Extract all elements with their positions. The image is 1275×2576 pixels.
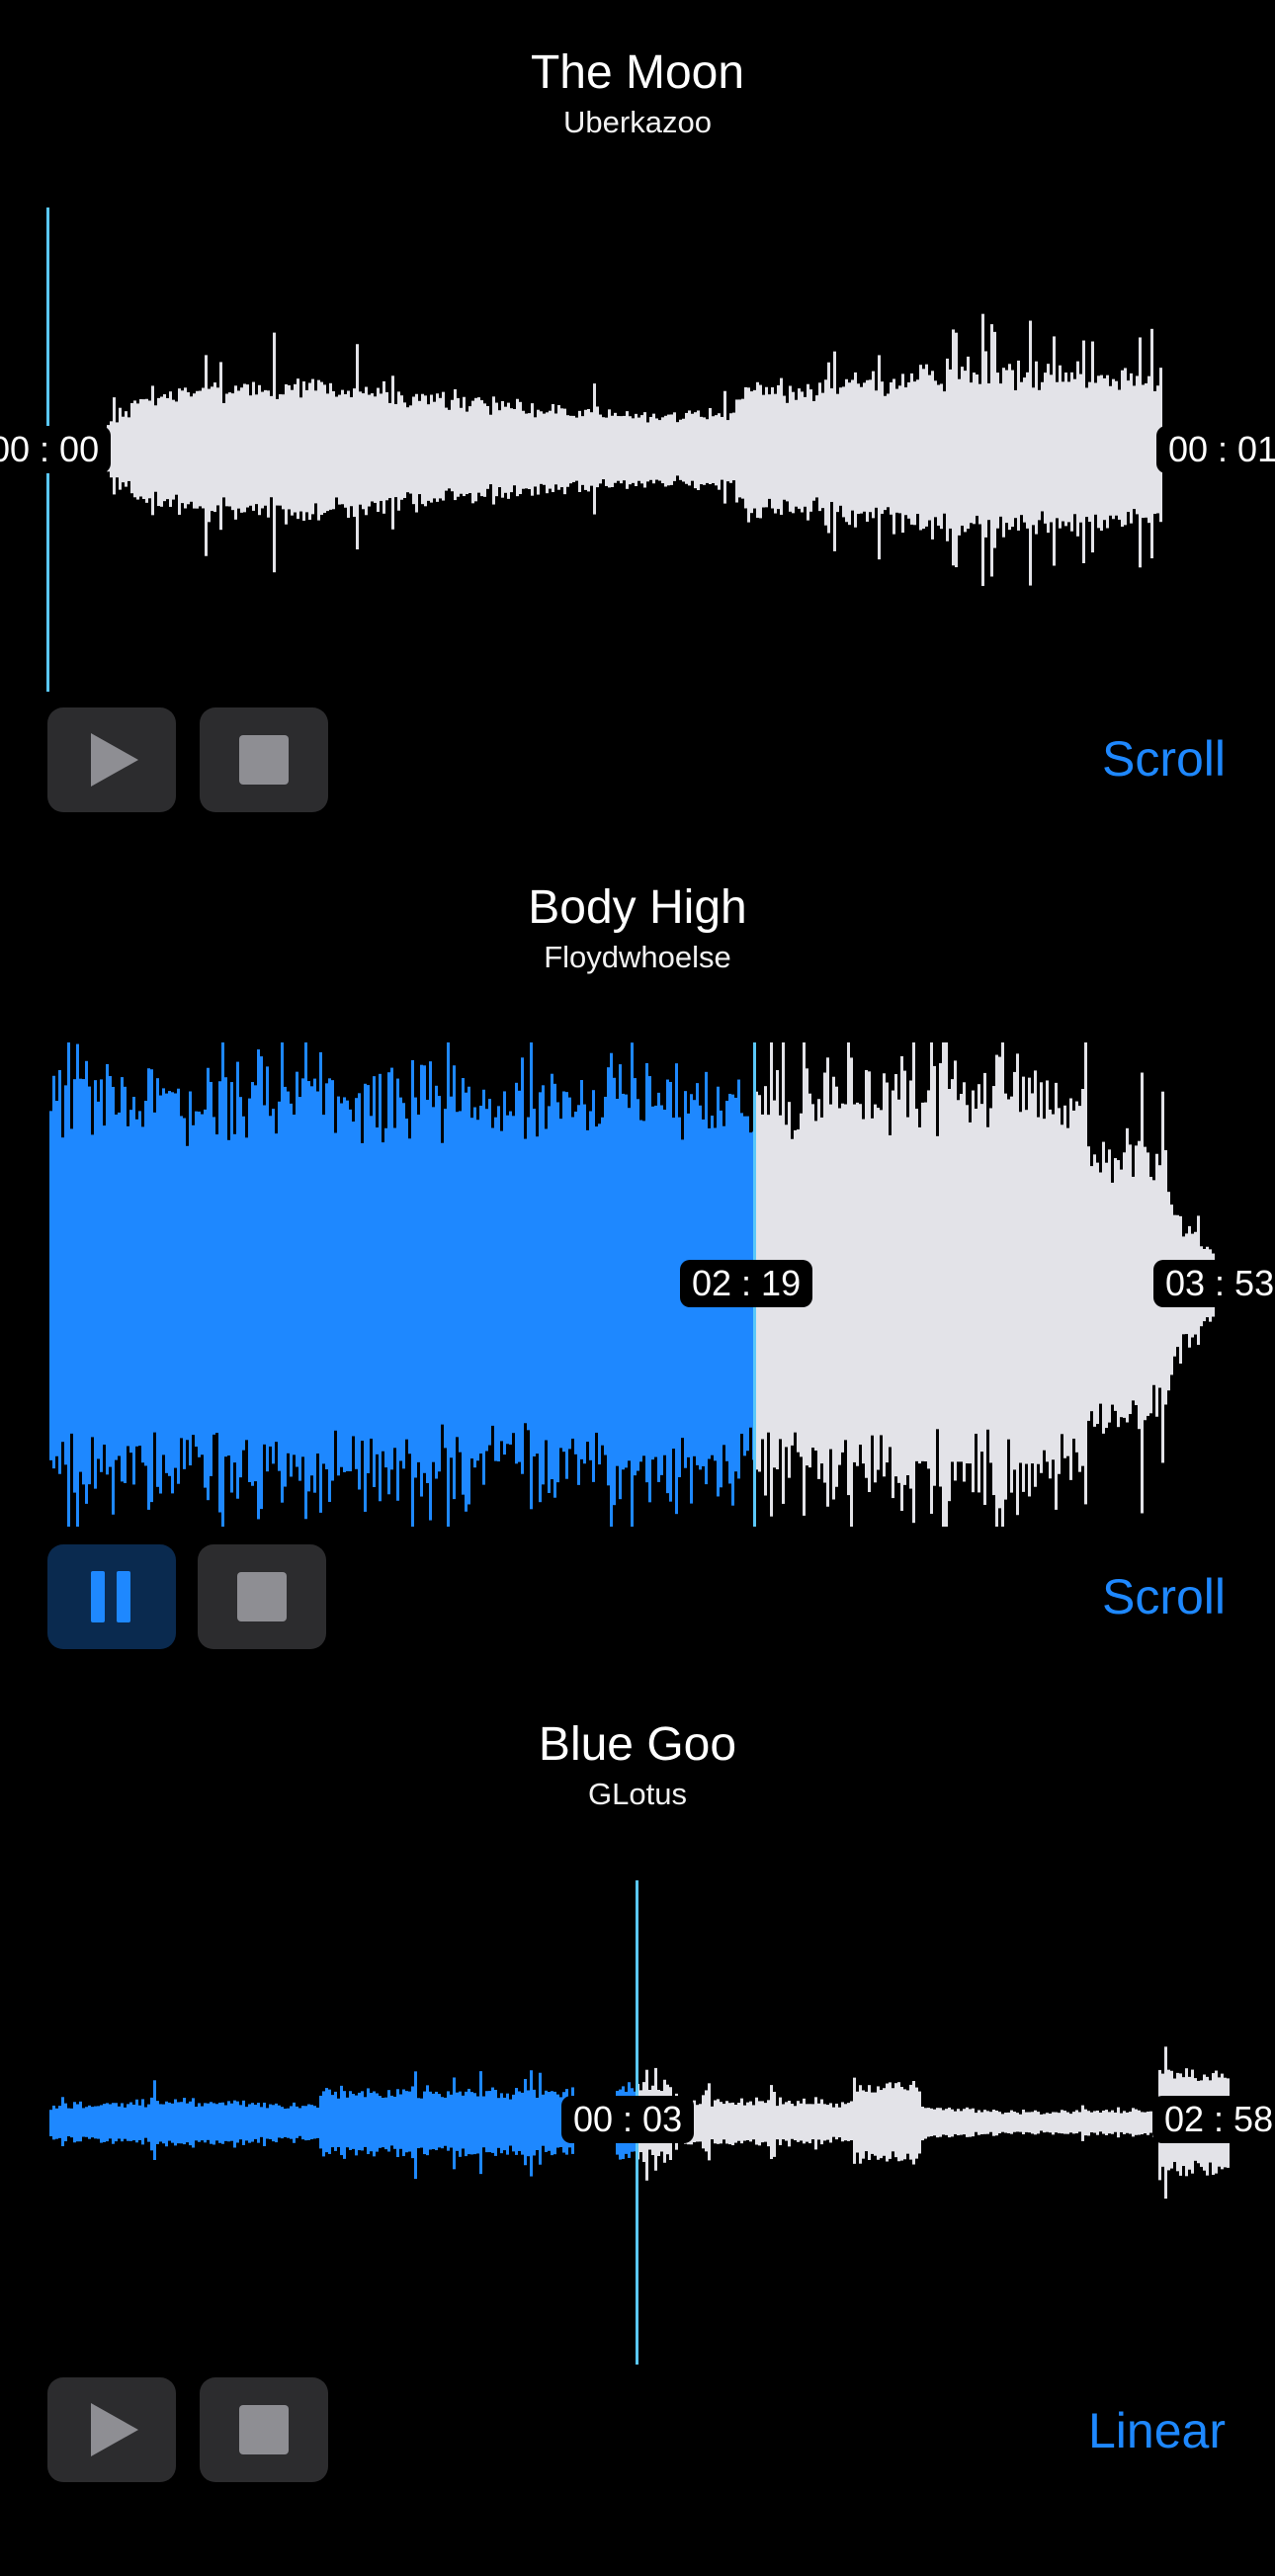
play-icon [91, 2403, 138, 2456]
current-time-label: 00 : 03 [561, 2096, 695, 2143]
waveform-graphic [46, 208, 1162, 692]
stop-icon [239, 2405, 289, 2454]
scroll-mode-button[interactable]: Scroll [1102, 1567, 1226, 1626]
current-time-label: 00 : 00 [0, 426, 112, 473]
waveform[interactable]: 02 : 19 03 : 53 [0, 1042, 1275, 1527]
track-artist: Uberkazoo [563, 105, 712, 139]
play-button[interactable] [47, 707, 176, 812]
track-artist: GLotus [588, 1777, 687, 1811]
current-time-label: 02 : 19 [680, 1260, 813, 1307]
play-icon [91, 733, 138, 787]
track-title: The Moon [530, 46, 745, 99]
stop-button[interactable] [198, 1544, 326, 1649]
track-title: Body High [528, 881, 747, 934]
play-button[interactable] [47, 2377, 176, 2482]
waveform-graphic [49, 1042, 1215, 1527]
scroll-mode-button[interactable]: Scroll [1102, 729, 1226, 789]
stop-button[interactable] [200, 2377, 328, 2482]
track-artist: Floydwhoelse [544, 940, 731, 974]
duration-label: 03 : 53 [1153, 1260, 1275, 1307]
stop-icon [239, 735, 289, 785]
duration-label: 00 : 01 [1156, 426, 1275, 473]
duration-label: 02 : 58 [1152, 2096, 1275, 2143]
stop-button[interactable] [200, 707, 328, 812]
waveform[interactable]: 00 : 03 02 : 58 [0, 1880, 1275, 2365]
pause-icon [47, 1544, 176, 1649]
waveform[interactable]: 00 : 00 00 : 01 [0, 208, 1275, 692]
pause-button[interactable] [47, 1544, 176, 1649]
stop-icon [237, 1572, 287, 1621]
track-title: Blue Goo [538, 1718, 737, 1771]
linear-mode-button[interactable]: Linear [1088, 2401, 1226, 2460]
